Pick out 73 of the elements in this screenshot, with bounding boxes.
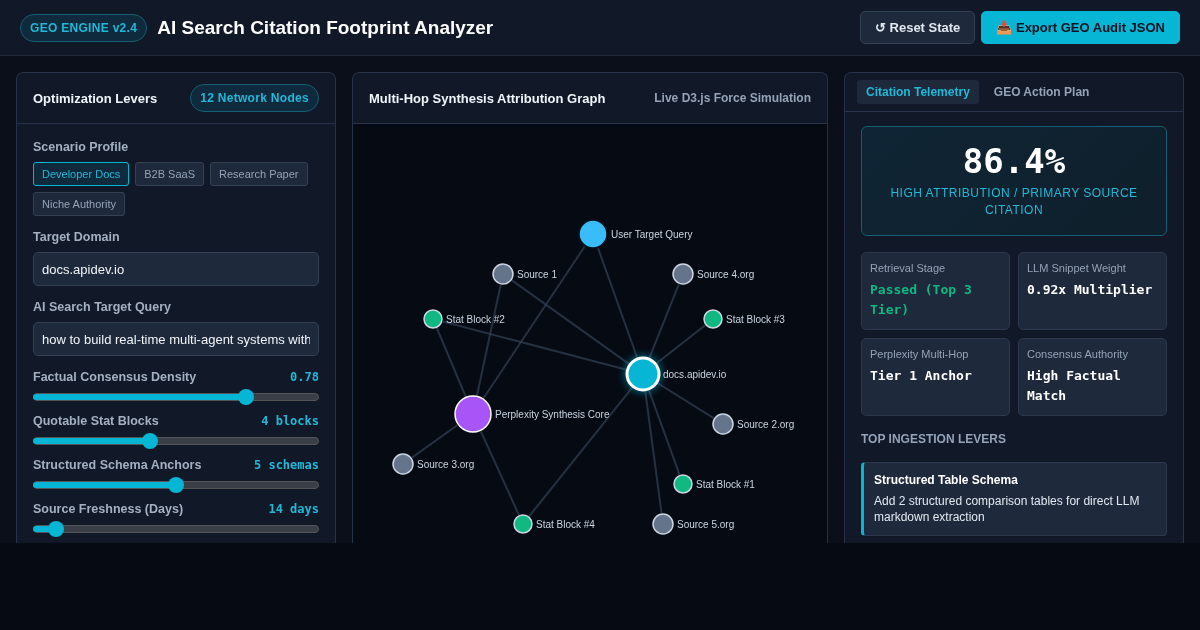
slider-label: Source Freshness (Days)	[33, 502, 184, 516]
node-label: Stat Block #3	[726, 314, 785, 325]
panel-tab[interactable]: GEO Action Plan	[984, 80, 1099, 104]
scenario-chip[interactable]: Developer Docs	[33, 162, 130, 186]
graph-node[interactable]: User Target Query	[578, 219, 693, 249]
metric-value: Passed (Top 3 Tier)	[870, 281, 973, 319]
node-label: Source 3.org	[417, 459, 475, 470]
slider[interactable]	[33, 521, 319, 537]
graph-node[interactable]: docs.apidev.io	[625, 356, 727, 392]
graph-node[interactable]: Source 4.org	[672, 263, 755, 285]
slider-thumb[interactable]	[47, 521, 64, 537]
metric-value: 0.92x Multiplier	[1027, 281, 1154, 299]
lever-title: Structured Table Schema	[874, 473, 1019, 487]
metric-label: LLM Snippet Weight	[1027, 262, 1127, 274]
slider[interactable]	[33, 389, 319, 405]
slider-reading: 5 schemas	[253, 458, 319, 472]
field-label: Target Domain	[33, 230, 121, 244]
node-count-badge: 12 Network Nodes	[190, 84, 319, 112]
graph-node[interactable]: Stat Block #2	[423, 309, 505, 329]
attribution-score: 86.4%	[961, 141, 1067, 181]
graph-node[interactable]: Source 2.org	[712, 413, 795, 435]
graph-node[interactable]: Source 3.org	[392, 453, 475, 475]
node-label: Stat Block #2	[446, 314, 505, 325]
node-label: Stat Block #4	[536, 519, 595, 530]
slider[interactable]	[33, 477, 319, 493]
node-label: Source 1	[517, 269, 558, 280]
slider-reading: 14 days	[268, 502, 319, 516]
panel-subtitle: Live D3.js Force Simulation	[654, 91, 811, 105]
metric-label: Perplexity Multi-Hop	[870, 348, 970, 360]
graph-node[interactable]: Perplexity Synthesis Core	[454, 395, 610, 433]
graph-node[interactable]: Source 5.org	[652, 513, 735, 535]
score-verdict: HIGH ATTRIBUTION / PRIMARY SOURCE CITATION	[889, 185, 1139, 219]
graph-node[interactable]: Source 1	[492, 263, 558, 285]
node-label: Stat Block #1	[696, 479, 755, 490]
node-label: docs.apidev.io	[663, 369, 727, 380]
node-label: Source 4.org	[697, 269, 755, 280]
slider-thumb[interactable]	[168, 477, 184, 493]
edge-line	[410, 424, 459, 459]
slider[interactable]	[33, 433, 319, 449]
metric-label: Retrieval Stage	[870, 262, 947, 274]
scenario-chip[interactable]: Research Paper	[210, 162, 308, 186]
graph-node[interactable]: Stat Block #3	[703, 309, 785, 329]
slider-thumb[interactable]	[238, 389, 255, 405]
slider-thumb[interactable]	[142, 433, 159, 449]
node-label: Source 5.org	[677, 519, 735, 530]
section-label: Scenario Profile	[33, 140, 130, 154]
version-badge: GEO ENGINE v2.4	[20, 13, 148, 42]
text-field[interactable]: docs.apidev.io	[33, 252, 319, 286]
scenario-chip[interactable]: B2B SaaS	[135, 162, 205, 186]
node-label: Perplexity Synthesis Core	[495, 409, 610, 420]
scenario-chip[interactable]: Niche Authority	[33, 192, 125, 216]
export-button[interactable]: 📥 Export GEO Audit JSON	[981, 11, 1180, 44]
metric-value: High Factual Match	[1027, 367, 1122, 405]
slider-reading: 4 blocks	[261, 414, 319, 428]
graph-node[interactable]: Stat Block #1	[673, 474, 755, 494]
panel-tab[interactable]: Citation Telemetry	[857, 80, 979, 104]
section-heading: TOP INGESTION LEVERS	[861, 432, 1007, 446]
slider-reading: 0.78	[290, 370, 319, 384]
metric-label: Consensus Authority	[1027, 348, 1129, 360]
slider-label: Factual Consensus Density	[33, 370, 197, 384]
reset-button[interactable]: ↺ Reset State	[859, 11, 976, 44]
panel-title: Optimization Levers	[33, 90, 158, 106]
lever-description: Add 2 structured comparison tables for direct LLM markdown extraction	[874, 493, 1141, 525]
app-title: AI Search Citation Footprint Analyzer	[157, 16, 494, 39]
node-label: Source 2.org	[737, 419, 795, 430]
slider-label: Quotable Stat Blocks	[33, 414, 159, 428]
node-label: User Target Query	[611, 229, 693, 240]
field-label: AI Search Target Query	[33, 300, 172, 314]
slider-label: Structured Schema Anchors	[33, 458, 202, 472]
text-field[interactable]: how to build real-time multi-agent systems with	[33, 322, 319, 356]
panel-title: Multi-Hop Synthesis Attribution Graph	[369, 90, 606, 106]
graph-node[interactable]: Stat Block #4	[513, 514, 595, 534]
metric-value: Tier 1 Anchor	[870, 367, 973, 385]
